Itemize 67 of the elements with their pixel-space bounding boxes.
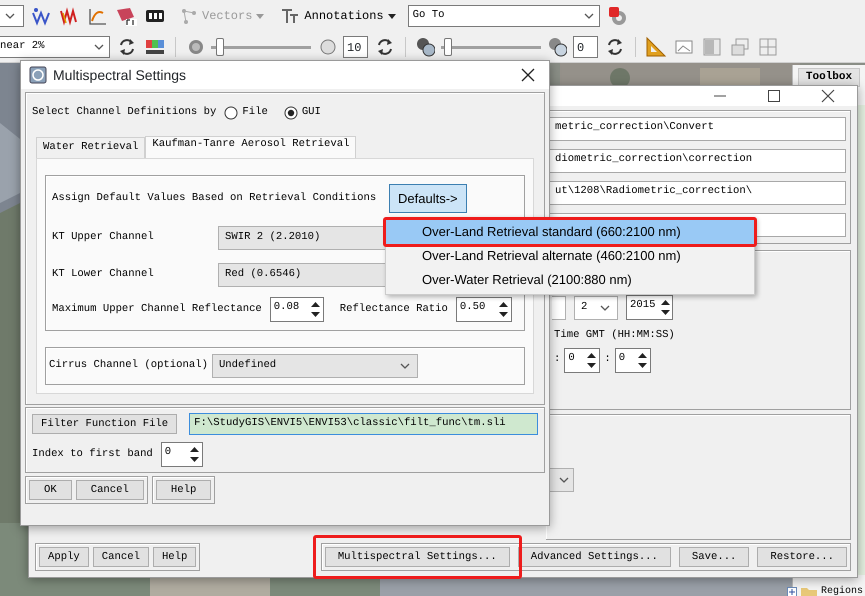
ruler-icon[interactable]	[645, 36, 667, 58]
window-button[interactable]: Apply	[39, 547, 89, 567]
month-select[interactable]	[552, 296, 566, 320]
defaults-button[interactable]: Defaults->	[389, 184, 467, 214]
field-label: Maximum Upper Channel Reflectance	[52, 302, 262, 317]
window-button[interactable]: Save...	[678, 547, 750, 567]
filter-button[interactable]: Filter Function File	[32, 414, 178, 434]
maximize-icon[interactable]	[767, 89, 781, 103]
year-spinner[interactable]: 2015	[626, 295, 673, 320]
caret-icon	[256, 12, 264, 20]
transparency-icon	[547, 36, 567, 58]
field-label: KT Upper Channel	[52, 230, 155, 246]
time-separator: :	[604, 352, 611, 368]
number-field[interactable]: 10	[343, 36, 368, 58]
spectrum-icon[interactable]	[58, 5, 80, 27]
wave-icon[interactable]	[30, 5, 52, 27]
radio-option[interactable]: File	[224, 105, 268, 121]
slider-thumb[interactable]	[444, 38, 452, 56]
dropdown-field[interactable]	[0, 5, 24, 27]
number-spinner[interactable]: 0.08	[270, 297, 324, 322]
path-field[interactable]: F:\StudyGIS\ENVI5\ENVI53\classic\filt_func\tm.sli	[189, 413, 538, 436]
window-title: Multispectral Settings	[53, 66, 186, 85]
close-icon[interactable]	[821, 89, 835, 103]
dialog-button[interactable]: Cancel	[76, 480, 144, 500]
vertex-icon	[180, 7, 198, 25]
folder-icon	[801, 586, 817, 596]
window-button[interactable]: Restore...	[757, 547, 847, 567]
caret-icon	[388, 12, 396, 20]
slider-thumb[interactable]	[216, 38, 224, 56]
expand-icon[interactable]	[787, 586, 797, 596]
dialog-button[interactable]: OK	[29, 480, 72, 500]
menu-item[interactable]: Over-Land Retrieval standard (660:2100 nm)	[386, 220, 754, 244]
annotations-menu[interactable]: Annotations	[280, 7, 396, 25]
radio-option[interactable]: GUI	[284, 105, 321, 121]
tab[interactable]: Kaufman-Tanre Aerosol Retrieval	[145, 136, 356, 158]
app-icon	[29, 66, 47, 84]
panel-title: Toolbox	[798, 68, 860, 86]
radio-icon[interactable]	[284, 106, 298, 120]
field-label: Select Channel Definitions by	[32, 105, 216, 120]
window-button[interactable]: Multispectral Settings...	[324, 547, 510, 567]
roi-icon[interactable]	[114, 5, 138, 27]
text-icon	[280, 7, 300, 25]
time-separator: :	[554, 352, 560, 368]
field-label: Index to first band	[32, 446, 153, 462]
channel-select[interactable]: Undefined	[212, 354, 418, 378]
field-label: KT Lower Channel	[52, 267, 155, 282]
field-label: Reflectance Ratio	[340, 302, 448, 317]
stretch-field[interactable]: near 2%	[0, 36, 110, 58]
month-select[interactable]: 2	[574, 296, 618, 320]
tab[interactable]: Water Retrieval	[36, 136, 146, 158]
time-spinner[interactable]: 0	[614, 348, 651, 373]
number-field[interactable]: 0	[573, 36, 598, 58]
field-label: Assign Default Values Based on Retrieval Conditions	[52, 190, 378, 206]
close-icon[interactable]	[521, 68, 535, 82]
goto-field[interactable]: Go To	[408, 5, 600, 27]
number-spinner[interactable]: 0.50	[456, 297, 512, 322]
window-button[interactable]: Advanced Settings...	[518, 547, 671, 567]
number-spinner[interactable]: 0	[160, 442, 203, 468]
dialog-button[interactable]: Help	[156, 480, 212, 500]
radio-icon[interactable]	[224, 106, 238, 120]
time-spinner[interactable]: 0	[564, 348, 600, 373]
time-label: Time GMT (HH:MM:SS)	[554, 328, 676, 343]
window-button[interactable]: Help	[152, 547, 196, 567]
window-button[interactable]: Cancel	[92, 547, 149, 567]
tree-item[interactable]: Regions	[821, 584, 864, 596]
field-label: Cirrus Channel (optional)	[49, 358, 208, 374]
transparency-icon	[415, 36, 435, 58]
